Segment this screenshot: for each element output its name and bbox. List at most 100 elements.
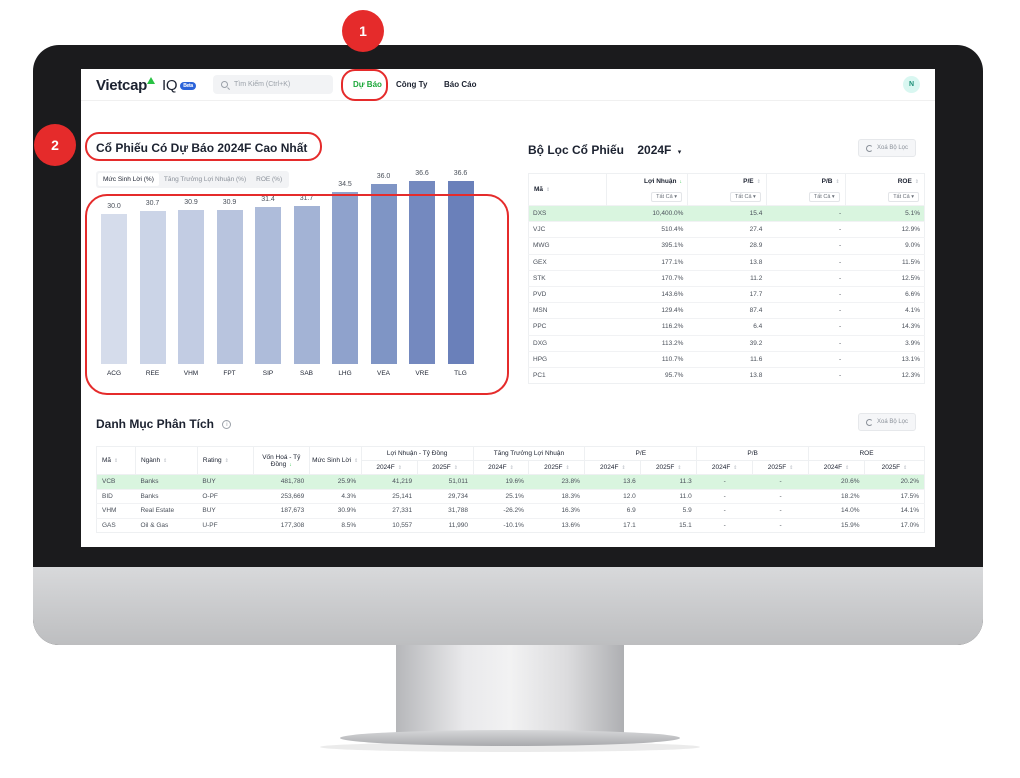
table-cell: - (766, 204, 846, 222)
sort-desc-icon: ↓ (679, 179, 682, 186)
table-row[interactable]: HPG 110.7% 11.6-13.1% (528, 350, 925, 368)
table-cell: - (766, 350, 846, 368)
table-cell: 11.6 (687, 350, 767, 368)
table-cell: Oil & Gas (135, 517, 198, 533)
filter-clear-button[interactable]: Xoá Bộ Lọc (858, 139, 917, 157)
table-cell: Real Estate (135, 503, 198, 518)
vietcap-logo[interactable]: Vietcap IQ Beta (96, 77, 196, 94)
col-rating[interactable]: Rating ⇕ (197, 446, 254, 475)
table-cell: - (766, 334, 846, 352)
table-cell: PC1 (528, 366, 607, 384)
table-cell: 13.6% (528, 517, 585, 533)
year-col-label: 2024F (488, 464, 507, 471)
table-row[interactable]: STK 170.7% 11.2-12.5% (528, 269, 925, 287)
year-col-header[interactable]: 2024F ⇕ (808, 460, 865, 475)
year-col-header[interactable]: 2025F ⇕ (864, 460, 925, 475)
table-cell: - (766, 366, 846, 384)
table-cell: 10,400.0% (606, 204, 688, 222)
table-cell: 6.9 (584, 503, 641, 518)
table-row[interactable]: DXG 113.2% 39.2-3.9% (528, 334, 925, 352)
year-col-header[interactable]: 2025F ⇕ (640, 460, 698, 475)
year-col-header[interactable]: 2025F ⇕ (417, 460, 474, 475)
sort-desc-icon: ↓ (289, 461, 292, 468)
filter-col-roe[interactable]: ROE ⇕ (845, 174, 924, 190)
filter-dropdown-label: Tất Cả (813, 194, 831, 201)
filter-col-ma[interactable]: Mã ⇕ (528, 173, 608, 206)
table-cell: 5.1% (845, 204, 925, 222)
table-row[interactable]: PC1 95.7% 13.8-12.3% (528, 366, 925, 384)
filter-col-loi-nhuan[interactable]: Lợi Nhuận ↓ (606, 173, 688, 190)
sort-icon: ⇕ (621, 465, 626, 471)
logo-text: Vietcap (96, 77, 147, 94)
table-cell: - (766, 269, 846, 287)
table-cell: 11.2 (687, 269, 767, 287)
year-col-header[interactable]: 2024F ⇕ (696, 460, 754, 475)
stock-filter-rows: DXS 10,400.0% 15.4-5.1% VJC 510.4% 27.4-12.9%… (528, 204, 925, 384)
table-row[interactable]: VHM Real Estate BUY 187,673 30.9% 27,331 31,78… (96, 503, 925, 518)
tab-roe[interactable]: ROE (%) (251, 173, 287, 186)
table-cell: 395.1% (606, 237, 688, 255)
filter-dropdown-pb[interactable]: Tất Cả ▾ (808, 192, 840, 203)
callout-ring-1 (341, 69, 388, 101)
table-cell: - (696, 474, 753, 489)
table-row[interactable]: BID Banks O-PF 253,669 4.3% 25,141 29,734 25.1%… (96, 488, 925, 504)
table-cell: - (766, 285, 846, 303)
table-row[interactable]: GEX 177.1% 13.8-11.5% (528, 253, 925, 271)
table-cell: BUY (197, 474, 254, 489)
year-col-header[interactable]: 2024F ⇕ (584, 460, 642, 475)
info-icon[interactable]: i (222, 420, 232, 430)
filter-title-text: Bộ Lọc Cổ Phiếu (528, 143, 624, 157)
filter-dropdown-loi-nhuan[interactable]: Tất Cả ▾ (651, 192, 682, 203)
table-row[interactable]: MSN 129.4% 87.4-4.1% (528, 302, 925, 319)
nav-menu-cong-ty[interactable]: Công Ty (396, 80, 427, 89)
filter-dropdown-roe[interactable]: Tất Cả ▾ (888, 192, 919, 203)
year-col-label: 2024F (711, 464, 731, 471)
sort-icon: ⇕ (835, 179, 840, 186)
callout-ring-3 (85, 194, 509, 395)
portfolio-clear-button[interactable]: Xoá Bộ Lọc (858, 413, 917, 431)
avatar[interactable]: N (903, 76, 920, 93)
tab-muc-sinh-loi[interactable]: Mức Sinh Lời (%) (98, 173, 159, 186)
year-col-header[interactable]: 2024F ⇕ (361, 460, 418, 475)
table-cell: -10.1% (473, 517, 529, 533)
table-cell: 11.5% (845, 253, 925, 271)
bar-value-label: 36.0 (376, 173, 391, 180)
year-selector[interactable]: 2024F ▾ (637, 143, 681, 157)
year-col-header[interactable]: 2024F ⇕ (473, 460, 530, 475)
table-cell: BID (96, 488, 136, 504)
table-cell: 15.1 (640, 517, 697, 533)
logo-iq: IQ (162, 77, 178, 94)
table-row[interactable]: MWG 395.1% 28.9-9.0% (528, 237, 925, 255)
sort-icon: ⇕ (546, 187, 551, 193)
col-nganh[interactable]: Ngành ⇕ (135, 446, 198, 475)
table-row[interactable]: DXS 10,400.0% 15.4-5.1% (528, 204, 925, 222)
filter-dropdown-pe[interactable]: Tất Cả ▾ (730, 192, 761, 203)
table-cell: - (752, 517, 809, 533)
table-row[interactable]: PVD 143.6% 17.7-6.6% (528, 285, 925, 303)
year-col-label: 2025F (655, 464, 675, 471)
nav-menu-bao-cao[interactable]: Báo Cáo (444, 80, 476, 89)
tab-tang-truong-loi-nhuan[interactable]: Tăng Trưởng Lợi Nhuận (%) (159, 173, 251, 186)
search-icon (221, 81, 228, 88)
table-cell: 39.2 (687, 334, 767, 352)
screenshot-stage: Vietcap IQ Beta Tìm Kiếm (Ctrl+K) Dự Báo… (0, 0, 1020, 778)
year-col-header[interactable]: 2025F ⇕ (528, 460, 586, 475)
col-muc-sinh-loi[interactable]: Mức Sinh Lời ⇕ (309, 446, 362, 475)
table-row[interactable]: PPC 116.2% 6.4-14.3% (528, 318, 925, 335)
portfolio-table: Mã ⇕ Ngành ⇕ Rating ⇕ Vốn Hoá - Tỷ Đồng ↓ Mứ… (96, 446, 925, 533)
col-ma[interactable]: Mã ⇕ (96, 446, 136, 475)
table-row[interactable]: VJC 510.4% 27.4-12.9% (528, 221, 925, 238)
filter-col-pb-label: P/B (821, 178, 833, 186)
table-cell: 4.3% (309, 488, 362, 504)
search-input[interactable]: Tìm Kiếm (Ctrl+K) (213, 75, 333, 94)
sort-icon: ⇕ (397, 465, 402, 471)
filter-col-pb[interactable]: P/B ⇕ (766, 173, 846, 190)
col-von-hoa[interactable]: Vốn Hoá - Tỷ Đồng ↓ (253, 446, 310, 475)
year-col-header[interactable]: 2025F ⇕ (752, 460, 810, 475)
table-cell: 13.1% (845, 350, 925, 368)
table-row[interactable]: GAS Oil & Gas U-PF 177,308 8.5% 10,557 11,990-… (96, 517, 925, 533)
table-row[interactable]: VCB Banks BUY 481,780 25.9% 41,219 51,011 19.6%… (96, 474, 925, 489)
table-cell: 25.1% (473, 488, 529, 504)
year-col-label: 2025F (432, 464, 451, 471)
filter-col-pe[interactable]: P/E ⇕ (687, 173, 767, 190)
